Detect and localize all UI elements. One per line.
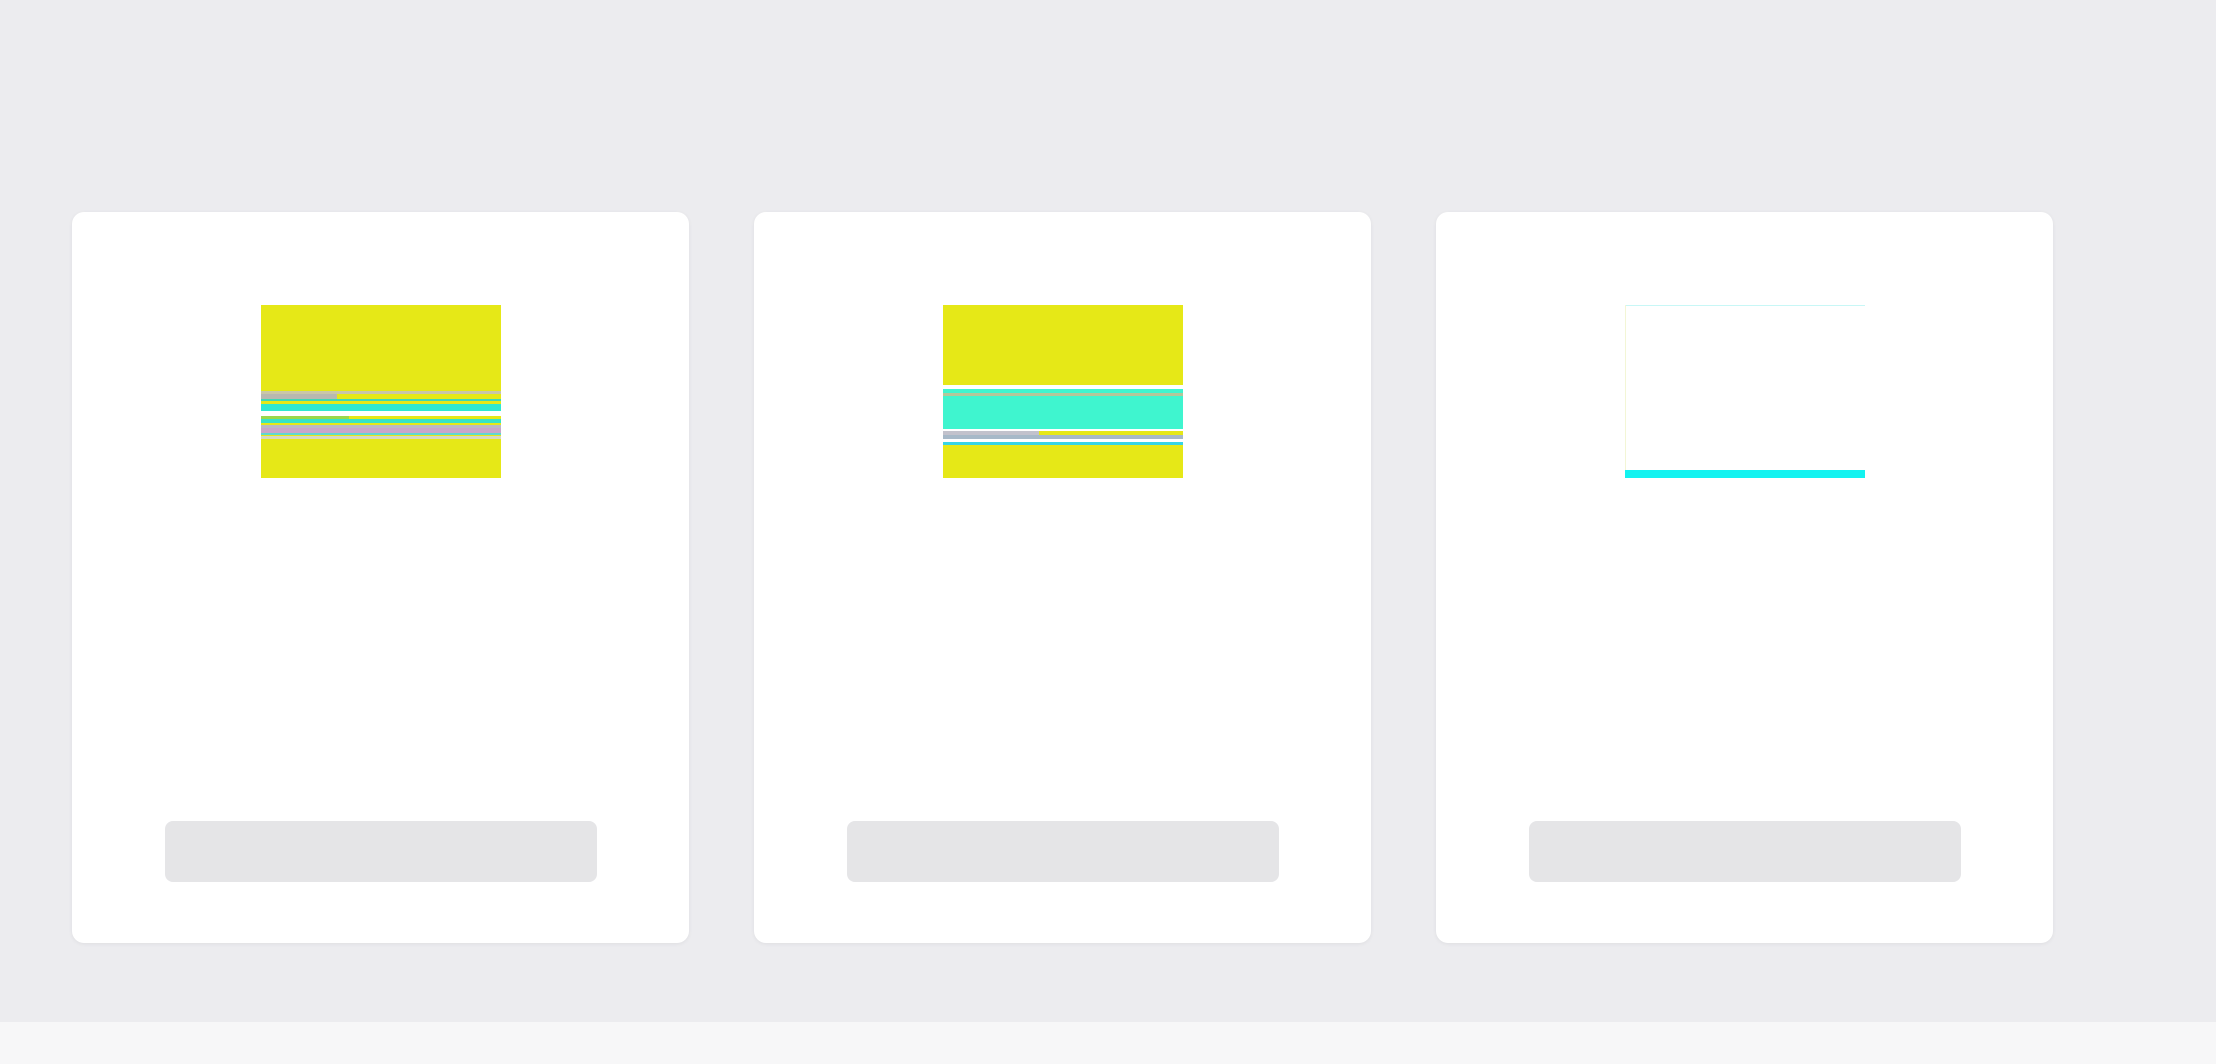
feature-card: [1436, 212, 2053, 943]
feature-card: [72, 212, 689, 943]
card-action-button[interactable]: [1529, 821, 1961, 882]
card-action-button[interactable]: [847, 821, 1279, 882]
feature-card: [754, 212, 1371, 943]
card-thumbnail[interactable]: [943, 305, 1183, 478]
glitched-thumbnail-image: [943, 305, 1183, 478]
footer-bar: [0, 1022, 2216, 1064]
card-action-button[interactable]: [165, 821, 597, 882]
glitched-thumbnail-image: [261, 305, 501, 478]
blank-thumbnail-image: [1625, 305, 1865, 478]
card-thumbnail[interactable]: [261, 305, 501, 478]
card-thumbnail[interactable]: [1625, 305, 1865, 478]
card-grid: [72, 212, 2053, 943]
